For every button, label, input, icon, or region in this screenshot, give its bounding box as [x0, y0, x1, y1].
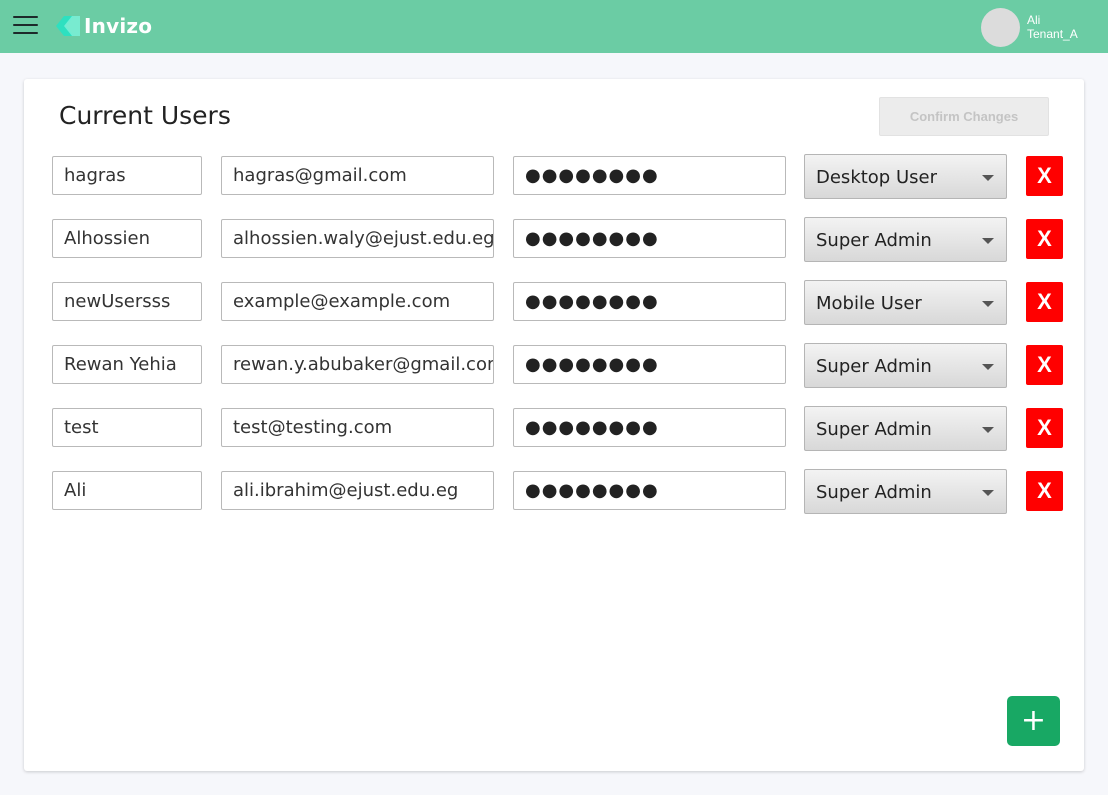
confirm-changes-button[interactable]: Confirm Changes: [879, 97, 1049, 136]
caret-down-icon: [982, 175, 994, 181]
user-name: Ali: [1027, 13, 1041, 27]
user-row: Super Admin X: [24, 469, 1084, 514]
role-value: Super Admin: [816, 419, 932, 440]
users-card: Current Users Confirm Changes Desktop Us…: [24, 79, 1084, 771]
email-field[interactable]: [221, 408, 494, 447]
password-field[interactable]: [513, 156, 786, 195]
menu-line: [13, 16, 38, 18]
caret-down-icon: [982, 427, 994, 433]
role-select[interactable]: Super Admin: [804, 406, 1007, 451]
app-name: Invizo: [84, 14, 153, 38]
delete-user-button[interactable]: X: [1026, 282, 1063, 322]
password-field[interactable]: [513, 345, 786, 384]
user-profile[interactable]: Ali Tenant_A: [981, 7, 1078, 47]
username-field[interactable]: [52, 156, 202, 195]
password-field[interactable]: [513, 282, 786, 321]
role-select[interactable]: Super Admin: [804, 217, 1007, 262]
page-title: Current Users: [59, 101, 231, 130]
app-logo[interactable]: Invizo: [54, 14, 152, 38]
role-value: Super Admin: [816, 230, 932, 251]
delete-user-button[interactable]: X: [1026, 408, 1063, 448]
role-select[interactable]: Desktop User: [804, 154, 1007, 199]
email-field[interactable]: [221, 282, 494, 321]
menu-line: [13, 24, 38, 26]
user-row: Mobile User X: [24, 280, 1084, 325]
role-value: Super Admin: [816, 356, 932, 377]
menu-line: [13, 32, 38, 34]
email-field[interactable]: [221, 345, 494, 384]
username-field[interactable]: [52, 408, 202, 447]
role-value: Desktop User: [816, 167, 937, 188]
user-row: Super Admin X: [24, 406, 1084, 451]
caret-down-icon: [982, 490, 994, 496]
invizo-logo-icon: [56, 16, 80, 36]
email-field[interactable]: [221, 156, 494, 195]
password-field[interactable]: [513, 408, 786, 447]
username-field[interactable]: [52, 471, 202, 510]
delete-user-button[interactable]: X: [1026, 345, 1063, 385]
username-field[interactable]: [52, 219, 202, 258]
tenant-name: Tenant_A: [1027, 27, 1078, 41]
user-row: Desktop User X: [24, 154, 1084, 199]
username-field[interactable]: [52, 282, 202, 321]
role-value: Mobile User: [816, 293, 922, 314]
email-field[interactable]: [221, 471, 494, 510]
password-field[interactable]: [513, 471, 786, 510]
user-info: Ali Tenant_A: [1027, 13, 1078, 41]
add-user-button[interactable]: +: [1007, 696, 1060, 746]
hamburger-menu-icon[interactable]: [13, 16, 38, 36]
caret-down-icon: [982, 364, 994, 370]
delete-user-button[interactable]: X: [1026, 219, 1063, 259]
avatar[interactable]: [981, 7, 1020, 47]
user-row: Super Admin X: [24, 217, 1084, 262]
email-field[interactable]: [221, 219, 494, 258]
delete-user-button[interactable]: X: [1026, 471, 1063, 511]
role-select[interactable]: Super Admin: [804, 343, 1007, 388]
role-select[interactable]: Super Admin: [804, 469, 1007, 514]
caret-down-icon: [982, 301, 994, 307]
delete-user-button[interactable]: X: [1026, 156, 1063, 196]
role-select[interactable]: Mobile User: [804, 280, 1007, 325]
username-field[interactable]: [52, 345, 202, 384]
caret-down-icon: [982, 238, 994, 244]
top-bar: Invizo Ali Tenant_A: [0, 0, 1108, 53]
user-row: Super Admin X: [24, 343, 1084, 388]
role-value: Super Admin: [816, 482, 932, 503]
password-field[interactable]: [513, 219, 786, 258]
